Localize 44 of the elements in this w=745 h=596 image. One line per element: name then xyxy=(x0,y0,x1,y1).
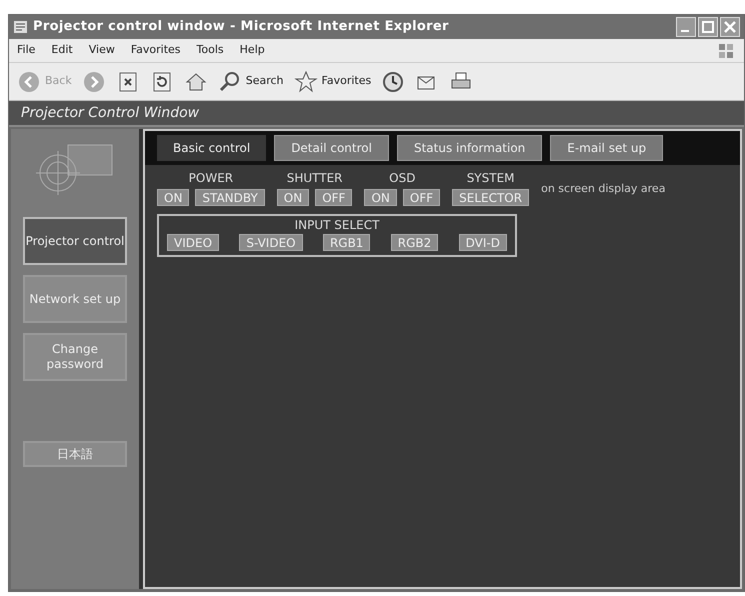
tab[interactable]: Status information xyxy=(396,135,542,161)
menu-item[interactable]: Edit xyxy=(51,42,73,59)
menu-item[interactable]: Help xyxy=(240,42,265,59)
sidebar-button[interactable]: Projector control xyxy=(23,217,127,265)
control-button[interactable]: STANDBY xyxy=(195,189,265,206)
star-icon xyxy=(294,70,318,94)
input-select-title: INPUT SELECT xyxy=(294,217,380,234)
menu-item[interactable]: Tools xyxy=(196,42,224,59)
favorites-button[interactable]: Favorites xyxy=(294,70,372,94)
control-button[interactable]: ON xyxy=(364,189,397,206)
control-button[interactable]: SELECTOR xyxy=(452,189,530,206)
menu-item[interactable]: File xyxy=(17,42,36,59)
tab[interactable]: E-mail set up xyxy=(550,135,664,161)
control-button[interactable]: RGB1 xyxy=(322,234,370,251)
control-button[interactable]: RGB2 xyxy=(390,234,438,251)
clock-icon[interactable] xyxy=(381,70,406,94)
osd-note: on screen display area xyxy=(541,181,666,197)
window-title: Projector control window - Microsoft Internet Explorer xyxy=(33,18,450,36)
close-icon[interactable] xyxy=(720,17,740,37)
control-button[interactable]: OFF xyxy=(402,189,440,206)
tab[interactable]: Detail control xyxy=(274,135,389,161)
control-label: POWER xyxy=(188,170,234,187)
control-button[interactable]: ON xyxy=(276,189,310,206)
browser-logo-icon xyxy=(13,19,29,35)
search-icon xyxy=(218,70,242,94)
control-button[interactable]: S-VIDEO xyxy=(239,234,303,251)
menu-item[interactable]: Favorites xyxy=(130,42,181,59)
control-label: SHUTTER xyxy=(286,170,343,187)
minimize-icon[interactable] xyxy=(676,17,696,37)
sidebar-button[interactable]: Change password xyxy=(23,333,127,381)
menu-item[interactable]: View xyxy=(88,42,115,59)
page-title: Projector Control Window xyxy=(21,104,200,122)
control-label: SYSTEM xyxy=(466,170,515,187)
control-button[interactable]: OFF xyxy=(315,189,352,206)
back-button[interactable]: Back xyxy=(17,70,72,94)
language-button[interactable]: 日本語 xyxy=(23,441,127,467)
search-button[interactable]: Search xyxy=(218,70,284,94)
maximize-icon[interactable] xyxy=(698,17,718,37)
control-label: OSD xyxy=(389,170,416,187)
tab[interactable]: Basic control xyxy=(157,135,266,161)
control-button[interactable]: DVI-D xyxy=(458,234,507,251)
control-button[interactable]: VIDEO xyxy=(167,234,220,251)
control-button[interactable]: ON xyxy=(157,189,190,206)
sidebar-button[interactable]: Network set up xyxy=(23,275,127,323)
